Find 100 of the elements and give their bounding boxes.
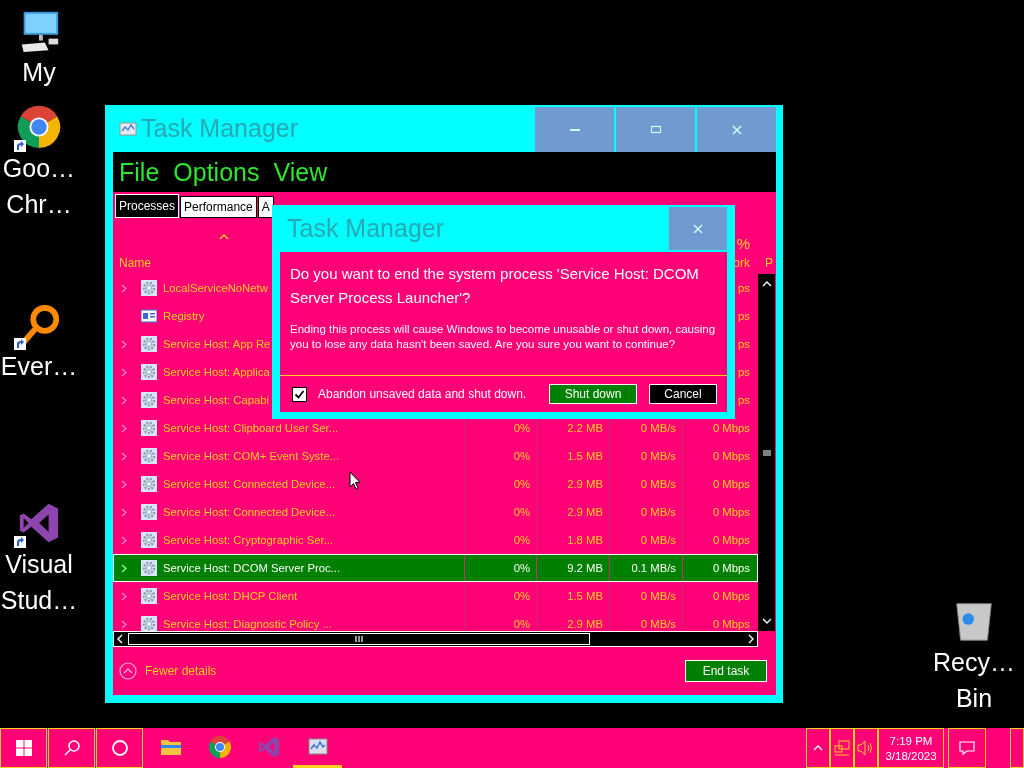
expand-chevron-icon[interactable]: [121, 535, 127, 545]
scroll-down-icon[interactable]: [761, 617, 772, 625]
desktop-icon-label[interactable]: Recy…: [933, 644, 1015, 680]
process-name: Service Host: Cryptographic Ser...: [163, 534, 334, 546]
desktop-icon-label[interactable]: Bin: [955, 680, 993, 716]
start-button[interactable]: [0, 728, 47, 768]
circle-icon: [110, 739, 129, 757]
expand-chevron-icon[interactable]: [121, 591, 127, 601]
network-value: ps: [738, 338, 750, 350]
process-name: LocalServiceNoNetw: [163, 282, 268, 294]
network-value: 0 Mbps: [712, 422, 750, 434]
network-value: 0 Mbps: [712, 478, 750, 490]
desktop-icon-label[interactable]: Stud…: [0, 582, 78, 618]
disk-value: 0 MB/s: [640, 506, 676, 518]
grip-icon: [355, 635, 363, 643]
chrome-icon: [207, 734, 232, 759]
end-task-button[interactable]: End task: [685, 660, 767, 682]
close-icon: [730, 123, 743, 136]
network-button[interactable]: [830, 728, 854, 768]
network-value: 0 Mbps: [712, 562, 750, 574]
show-hidden-icons-button[interactable]: [806, 728, 830, 768]
disk-value: 0 MB/s: [640, 590, 676, 602]
show-desktop-button[interactable]: [1010, 728, 1024, 768]
menu-item[interactable]: View: [273, 157, 328, 187]
expand-chevron-icon[interactable]: [121, 451, 127, 461]
gear-icon: [141, 448, 157, 464]
horizontal-scrollbar[interactable]: [113, 631, 758, 647]
gear-icon: [141, 364, 157, 380]
scroll-left-icon[interactable]: [116, 634, 124, 644]
checkbox-label: Abandon unsaved data and shut down.: [318, 387, 527, 401]
desktop-icon-label[interactable]: My: [22, 54, 56, 90]
close-icon: [692, 222, 704, 235]
memory-value: 1.5 MB: [567, 450, 603, 462]
gear-icon: [141, 420, 157, 436]
gear-icon: [141, 616, 157, 631]
network-value: 0 Mbps: [712, 450, 750, 462]
scroll-up-icon[interactable]: [761, 280, 772, 288]
desktop-icon-label[interactable]: Chr…: [6, 186, 72, 222]
vertical-scrollbar[interactable]: [758, 274, 775, 631]
expand-chevron-icon[interactable]: [121, 367, 127, 377]
grip-icon[interactable]: [761, 448, 772, 457]
expand-chevron-icon[interactable]: [121, 619, 127, 629]
tab[interactable]: A: [257, 196, 274, 218]
scroll-right-icon[interactable]: [747, 634, 755, 644]
process-row[interactable]: Service Host: DCOM Server Proc... 0% 9.2 MB 0.1 MB/s 0 Mbps: [113, 554, 758, 582]
column-percent: %: [736, 235, 750, 252]
process-name: Service Host: Capabi: [163, 394, 270, 406]
disk-value: 0.1 MB/s: [631, 562, 676, 574]
process-name: Service Host: DCOM Server Proc...: [163, 562, 341, 574]
disk-value: 0 MB/s: [640, 618, 676, 630]
scrollbar-thumb[interactable]: [128, 633, 590, 645]
speech-bubble-icon: [959, 740, 975, 756]
window-title: Task Manager: [141, 114, 300, 143]
dialog-heading: Do you want to end the system process 'Service Host: DCOM Server Process Launcher'?: [290, 264, 700, 308]
cortana-button[interactable]: [96, 728, 143, 768]
chrome-icon: [16, 104, 62, 150]
dialog-title: Task Manager: [286, 214, 446, 243]
desktop-icon-label[interactable]: Goo…: [2, 150, 76, 186]
speaker-icon: [857, 740, 875, 756]
memory-value: 2.9 MB: [567, 478, 603, 490]
tab[interactable]: Processes: [115, 194, 180, 218]
checkbox[interactable]: [292, 386, 307, 402]
cpu-value: 0%: [513, 534, 530, 546]
sort-caret-icon: [219, 234, 229, 240]
desktop-icon-label[interactable]: Visual: [5, 546, 73, 582]
expand-chevron-icon[interactable]: [121, 423, 127, 433]
shut-down-button[interactable]: Shut down: [549, 384, 637, 404]
menu-item[interactable]: File: [119, 157, 160, 187]
cpu-value: 0%: [513, 562, 530, 574]
menu-item[interactable]: Options: [173, 157, 260, 187]
process-name: Service Host: Clipboard User Ser...: [163, 422, 339, 434]
cpu-value: 0%: [513, 422, 530, 434]
expand-chevron-icon[interactable]: [121, 479, 127, 489]
cancel-button[interactable]: Cancel: [649, 384, 717, 404]
volume-button[interactable]: [854, 728, 878, 768]
cpu-value: 0%: [513, 506, 530, 518]
collapse-icon[interactable]: [119, 662, 137, 680]
search-button[interactable]: [48, 728, 95, 768]
memory-value: 2.2 MB: [567, 422, 603, 434]
expand-chevron-icon[interactable]: [121, 283, 127, 293]
tab[interactable]: Performance: [180, 196, 257, 218]
disk-value: 0 MB/s: [640, 450, 676, 462]
visual-studio-icon: [256, 734, 281, 759]
process-name: Service Host: COM+ Event Syste...: [163, 450, 340, 462]
disk-value: 0 MB/s: [640, 422, 676, 434]
process-name: Service Host: Applica: [163, 366, 270, 378]
clock[interactable]: 7:19 PM 3/18/2023: [878, 728, 944, 768]
memory-value: 9.2 MB: [567, 562, 603, 574]
gear-icon: [141, 560, 157, 576]
network-value: ps: [738, 366, 750, 378]
expand-chevron-icon[interactable]: [121, 339, 127, 349]
expand-chevron-icon[interactable]: [121, 507, 127, 517]
network-value: 0 Mbps: [712, 506, 750, 518]
desktop-icon-label[interactable]: Ever…: [0, 348, 78, 384]
expand-chevron-icon[interactable]: [121, 395, 127, 405]
maximize-icon: [649, 123, 662, 136]
cpu-value: 0%: [513, 618, 530, 630]
task-manager-icon: [119, 120, 137, 137]
notifications-button[interactable]: [948, 728, 986, 768]
network-value: 0 Mbps: [712, 534, 750, 546]
